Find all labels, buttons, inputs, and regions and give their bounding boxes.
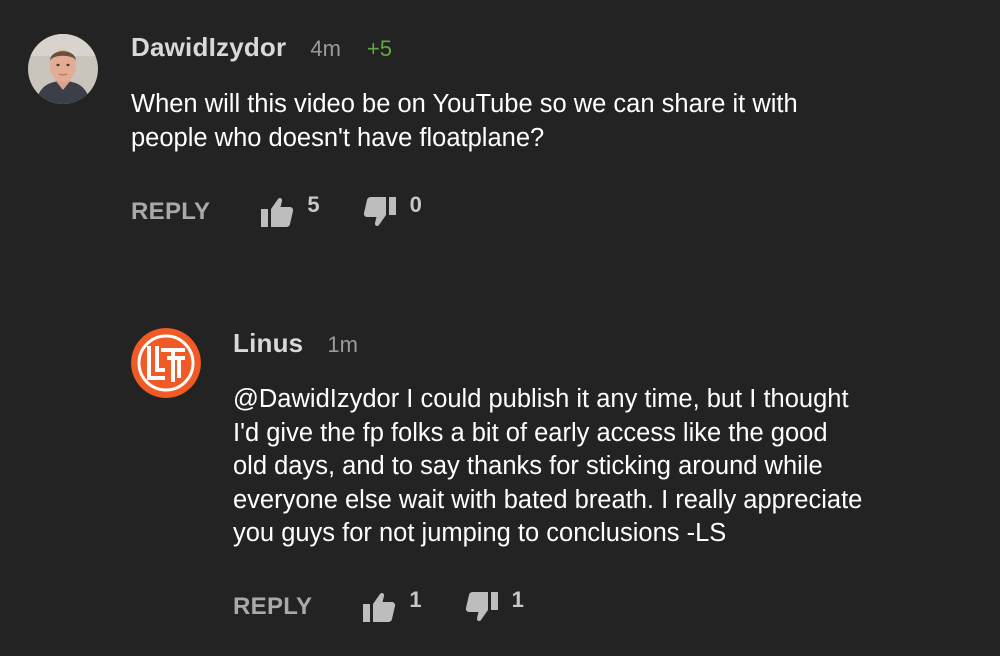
comment-line: I'd give the fp folks a bit of early acc… xyxy=(233,418,828,447)
like-count: 5 xyxy=(307,192,320,217)
comment-author[interactable]: DawidIzydor xyxy=(131,32,286,63)
dislike-button[interactable]: 1 xyxy=(465,587,524,623)
comment-body: When will this video be on YouTube so we… xyxy=(131,88,798,155)
thumbs-down-icon xyxy=(465,592,498,622)
avatar[interactable] xyxy=(28,34,98,104)
dislike-count: 0 xyxy=(409,192,422,217)
thumbs-up-icon xyxy=(363,592,396,622)
user-photo-icon xyxy=(28,34,98,104)
comment-line: you guys for not jumping to conclusions … xyxy=(233,519,727,547)
thumbs-up-icon xyxy=(261,197,294,227)
comment-line: people who doesn't have floatplane? xyxy=(131,123,545,152)
comment-line: @DawidIzydor I could publish it any time… xyxy=(233,385,849,413)
ltt-logo-icon xyxy=(131,328,201,398)
comment-timestamp: 4m xyxy=(310,36,341,61)
comment-author[interactable]: Linus xyxy=(233,328,303,359)
comment-body: @DawidIzydor I could publish it any time… xyxy=(233,383,862,551)
like-button[interactable]: 1 xyxy=(362,587,422,623)
comment-line: everyone else wait with bated breath. I … xyxy=(233,485,863,514)
reply-button[interactable]: REPLY xyxy=(131,198,210,226)
comment-timestamp: 1m xyxy=(327,332,358,357)
dislike-count: 1 xyxy=(511,587,524,612)
dislike-button[interactable]: 0 xyxy=(363,192,422,228)
thumbs-down-icon xyxy=(363,197,396,227)
like-count: 1 xyxy=(409,587,422,612)
like-button[interactable]: 5 xyxy=(260,192,320,228)
comment-line: When will this video be on YouTube so we… xyxy=(131,90,798,118)
comment-line: old days, and to say thanks for sticking… xyxy=(233,452,823,480)
comment-score: +5 xyxy=(366,36,392,61)
reply-button[interactable]: REPLY xyxy=(233,593,312,621)
avatar[interactable] xyxy=(131,328,201,398)
